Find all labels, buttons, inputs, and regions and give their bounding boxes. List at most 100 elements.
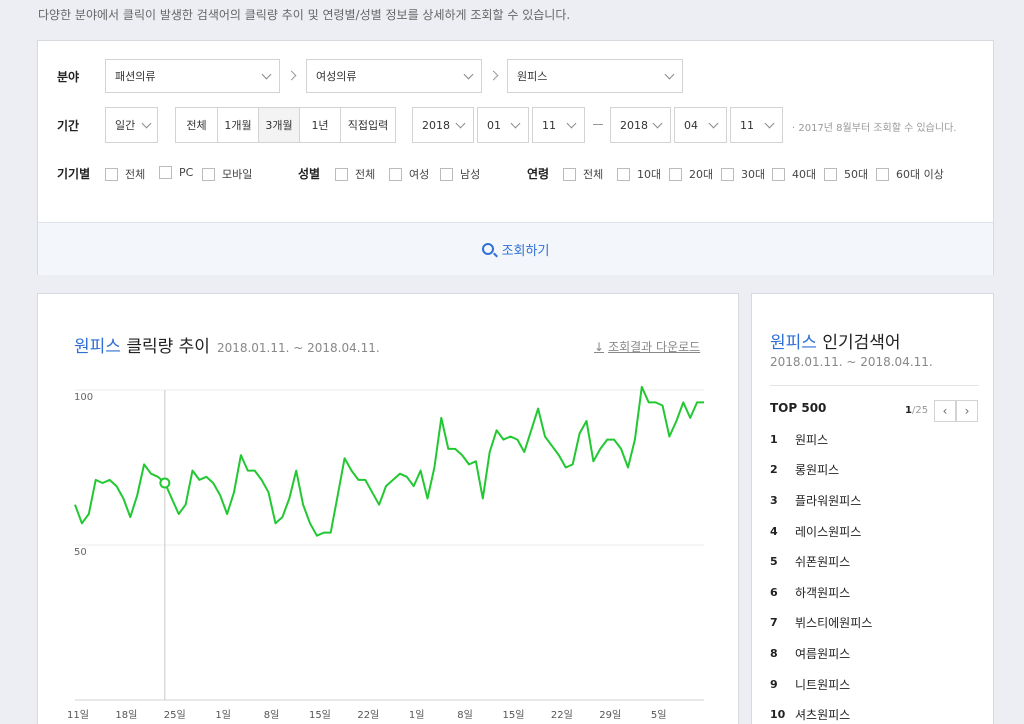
search-button[interactable]: 조회하기 (38, 222, 993, 275)
list-item[interactable]: 1 원피스 (770, 424, 872, 455)
list-item[interactable]: 10 셔츠원피스 (770, 699, 872, 724)
divider (770, 385, 979, 386)
checkbox-label: 모바일 (222, 168, 253, 181)
list-item[interactable]: 7 뷔스티에원피스 (770, 608, 872, 639)
gender-male-checkbox[interactable]: 남성 (440, 166, 480, 182)
end-day-value: 11 (740, 118, 754, 132)
term: 뷔스티에원피스 (795, 616, 873, 631)
end-day-select[interactable]: 11 (730, 107, 783, 143)
x-tick-label: 8일 (264, 709, 280, 721)
end-month-select[interactable]: 04 (674, 107, 727, 143)
rank: 7 (770, 616, 778, 630)
checkbox-box (563, 167, 576, 181)
search-button-label: 조회하기 (501, 243, 550, 259)
gender-all-checkbox[interactable]: 전체 (335, 166, 375, 182)
highlight-point (159, 477, 171, 489)
checkbox-box (159, 166, 172, 179)
age-30s-checkbox[interactable]: 30대 (721, 166, 765, 182)
device-mobile-checkbox[interactable]: 모바일 (202, 166, 252, 182)
list-item[interactable]: 4 레이스원피스 (770, 516, 872, 547)
rank: 10 (770, 708, 786, 722)
field-label: 분야 (57, 70, 80, 84)
checkbox-box (335, 167, 348, 181)
popular-list: 1 원피스 2 롱원피스 3 플라워원피스 4 레이스원피스 5 쉬폰원피스 6 하객원피스… (770, 424, 872, 724)
x-tick-label: 25일 (164, 709, 186, 721)
category3-select[interactable]: 원피스 (507, 59, 683, 93)
period-1month-button[interactable]: 1개월 (218, 108, 259, 142)
chevron-left-icon: ‹ (942, 404, 948, 418)
checkbox-box (772, 167, 785, 181)
end-month-value: 04 (684, 118, 698, 132)
category3-value: 원피스 (517, 70, 548, 83)
rank: 1 (770, 432, 778, 446)
page-current: 1 (905, 405, 912, 416)
gender-female-checkbox[interactable]: 여성 (389, 166, 429, 182)
next-page-button[interactable]: › (956, 400, 978, 422)
range-separator (593, 124, 603, 125)
checkbox-label: 10대 (637, 168, 662, 181)
page-indicator: 1/25 (905, 405, 928, 416)
checkbox-label: 30대 (741, 168, 766, 181)
chevron-down-icon (708, 118, 719, 129)
chevron-down-icon (141, 118, 152, 129)
popular-panel: 원피스 인기검색어 2018.01.11. ~ 2018.04.11. TOP … (751, 293, 994, 724)
device-pc-checkbox[interactable]: PC (159, 166, 193, 179)
age-40s-checkbox[interactable]: 40대 (772, 166, 816, 182)
prev-page-button[interactable]: ‹ (934, 400, 956, 422)
top-label: TOP 500 (770, 401, 827, 415)
chevron-down-icon (664, 69, 675, 80)
category2-select[interactable]: 여성의류 (306, 59, 482, 93)
start-month-select[interactable]: 01 (477, 107, 529, 143)
checkbox-label: 20대 (689, 168, 714, 181)
period-all-button[interactable]: 전체 (176, 108, 218, 142)
checkbox-box (440, 167, 453, 181)
y-tick-label: 100 (74, 392, 93, 403)
checkbox-box (824, 167, 837, 181)
age-20s-checkbox[interactable]: 20대 (669, 166, 713, 182)
period-1year-button[interactable]: 1년 (300, 108, 341, 142)
checkbox-label: 60대 이상 (896, 168, 944, 181)
list-item[interactable]: 8 여름원피스 (770, 638, 872, 669)
rank: 9 (770, 677, 778, 691)
series-line (74, 385, 704, 537)
category1-value: 패션의류 (115, 70, 156, 83)
x-tick-label: 11일 (67, 709, 89, 721)
line-chart: 100 50 11일 18일 25일 1일 8일 15일 22일 1일 8일 15일 22일 29일 5일 (67, 385, 704, 721)
popular-title: 원피스 인기검색어 (770, 328, 901, 353)
search-icon (481, 243, 494, 255)
period-custom-button[interactable]: 직접입력 (341, 108, 395, 142)
list-item[interactable]: 6 하객원피스 (770, 577, 872, 608)
age-50s-checkbox[interactable]: 50대 (824, 166, 868, 182)
device-all-checkbox[interactable]: 전체 (105, 166, 145, 182)
age-label: 연령 (527, 167, 550, 181)
category1-select[interactable]: 패션의류 (105, 59, 280, 93)
rank: 5 (770, 555, 778, 569)
age-60plus-checkbox[interactable]: 60대 이상 (876, 166, 944, 182)
device-label: 기기별 (57, 167, 91, 181)
term: 셔츠원피스 (795, 708, 851, 723)
list-item[interactable]: 5 쉬폰원피스 (770, 546, 872, 577)
list-item[interactable]: 9 니트원피스 (770, 669, 872, 700)
popular-keyword: 원피스 (770, 333, 817, 353)
end-year-select[interactable]: 2018 (610, 107, 671, 143)
unit-select[interactable]: 일간 (105, 107, 158, 143)
x-tick-label: 1일 (215, 709, 231, 721)
x-tick-label: 8일 (457, 709, 473, 721)
checkbox-label: 여성 (409, 168, 430, 181)
term: 플라워원피스 (795, 493, 862, 508)
popular-date-range: 2018.01.11. ~ 2018.04.11. (770, 355, 933, 369)
x-tick-label: 18일 (115, 709, 137, 721)
chevron-down-icon (652, 118, 663, 129)
list-item[interactable]: 2 롱원피스 (770, 455, 872, 486)
checkbox-label: 40대 (792, 168, 817, 181)
start-day-select[interactable]: 11 (532, 107, 585, 143)
term: 레이스원피스 (795, 524, 862, 539)
rank: 4 (770, 524, 778, 538)
y-tick-label: 50 (74, 547, 87, 558)
age-10s-checkbox[interactable]: 10대 (617, 166, 661, 182)
age-all-checkbox[interactable]: 전체 (563, 166, 603, 182)
start-year-select[interactable]: 2018 (412, 107, 474, 143)
period-3month-button[interactable]: 3개월 (259, 108, 300, 142)
chevron-right-icon (286, 70, 297, 81)
list-item[interactable]: 3 플라워원피스 (770, 485, 872, 516)
